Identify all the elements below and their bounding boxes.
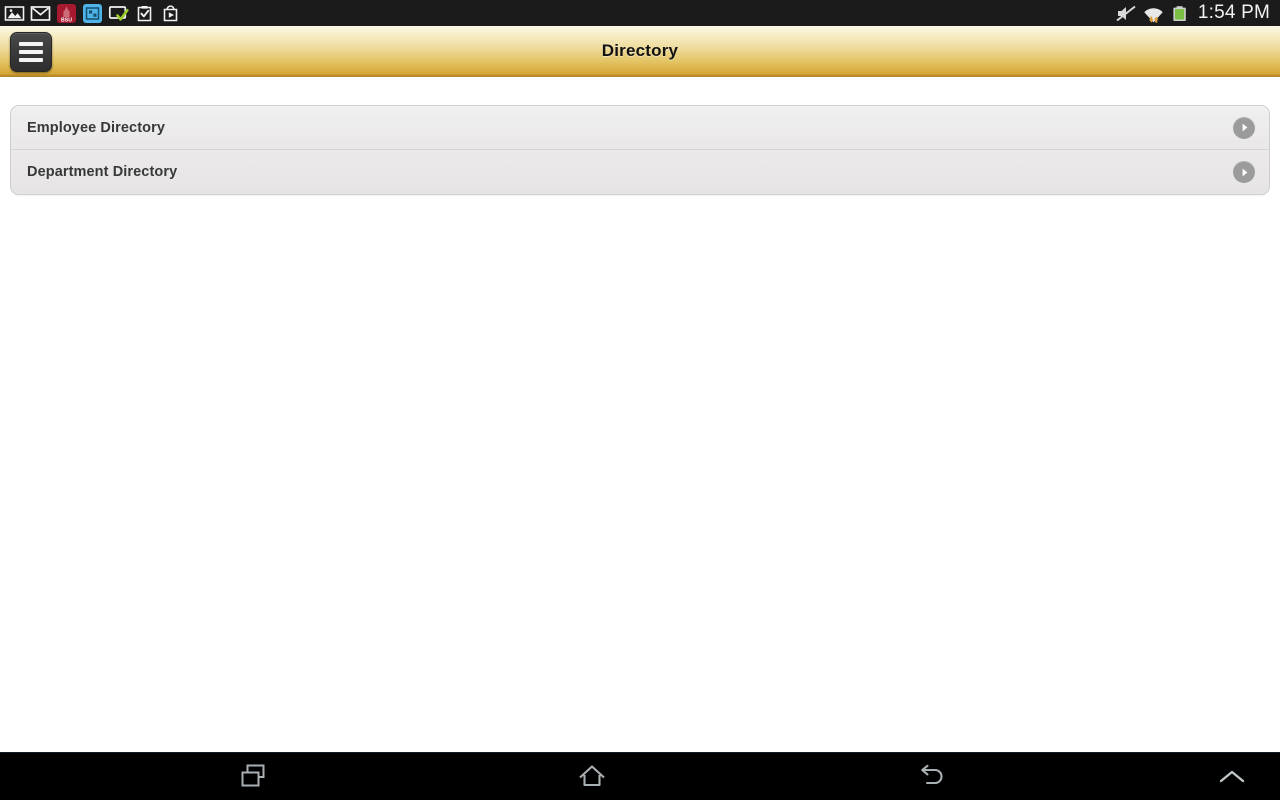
android-screen: BSU 1:54 PM Directory Employee Directory… <box>0 0 1280 800</box>
status-bar-notification-icons: BSU <box>4 0 181 26</box>
nav-spacer-left <box>0 753 169 800</box>
list-item-department-directory[interactable]: Department Directory <box>11 150 1269 194</box>
expand-up-button[interactable] <box>1185 753 1280 800</box>
chevron-right-icon[interactable] <box>1233 116 1255 139</box>
hamburger-line <box>19 50 43 54</box>
page-title: Directory <box>601 40 679 60</box>
gallery-photo-icon <box>4 3 25 24</box>
back-button[interactable] <box>846 753 1015 800</box>
play-store-icon <box>160 3 181 24</box>
svg-text:BSU: BSU <box>61 17 72 23</box>
android-navigation-bar <box>0 752 1280 800</box>
status-bar-clock: 1:54 PM <box>1197 2 1270 23</box>
nav-spacer-right <box>1016 753 1185 800</box>
app-title-bar: Directory <box>0 26 1280 77</box>
recents-button[interactable] <box>169 753 338 800</box>
chevron-right-icon[interactable] <box>1233 161 1255 183</box>
home-button[interactable] <box>508 753 677 800</box>
screen-check-icon <box>108 3 129 24</box>
status-bar: BSU 1:54 PM <box>0 0 1280 26</box>
list-item-employee-directory[interactable]: Employee Directory <box>11 106 1269 150</box>
volume-muted-icon <box>1115 3 1136 24</box>
nav-spacer-mid-right <box>677 753 846 800</box>
clipboard-check-icon <box>134 3 155 24</box>
directory-list: Employee Directory Department Directory <box>10 105 1270 195</box>
list-item-label: Department Directory <box>27 164 178 180</box>
status-bar-system-icons: 1:54 PM <box>1115 0 1274 26</box>
bsu-app-icon: BSU <box>56 3 77 24</box>
battery-icon <box>1169 3 1190 24</box>
wifi-signal-icon <box>1142 3 1163 24</box>
menu-button[interactable] <box>10 32 52 72</box>
gmail-icon <box>30 3 51 24</box>
list-item-label: Employee Directory <box>27 119 165 136</box>
screen-capture-icon <box>82 3 103 24</box>
nav-spacer-mid-left <box>339 753 508 800</box>
hamburger-line <box>19 58 43 62</box>
page-content: Employee Directory Department Directory <box>0 79 1280 752</box>
hamburger-line <box>19 42 43 46</box>
